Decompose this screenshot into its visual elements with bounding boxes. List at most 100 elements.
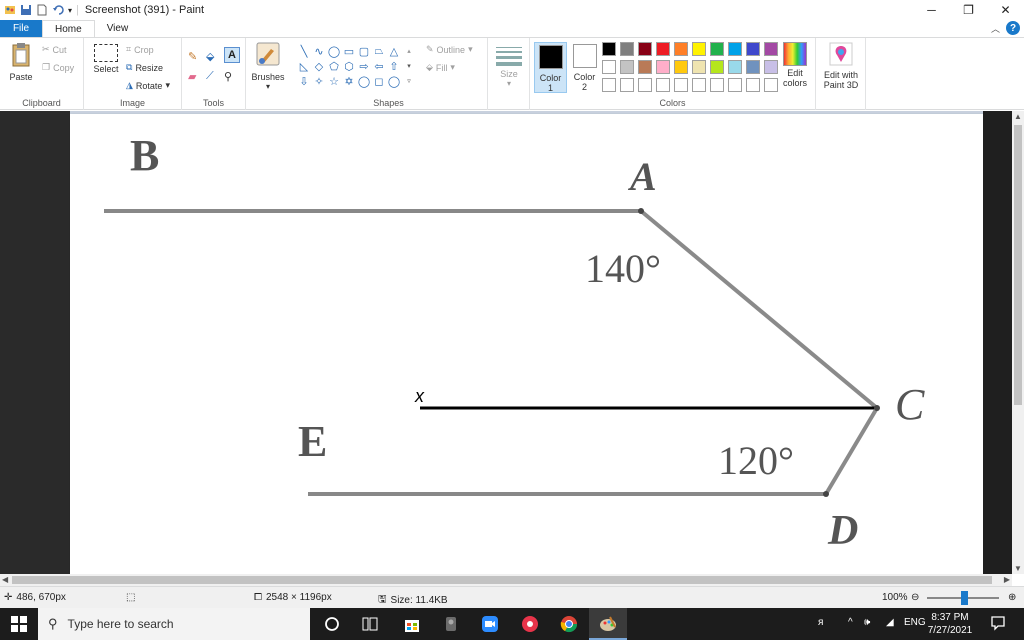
taskbar-search[interactable]: ⚲ Type here to search bbox=[38, 608, 310, 640]
fill-button[interactable]: ⬙ Fill ▾ bbox=[426, 62, 455, 73]
palette-swatch[interactable] bbox=[764, 78, 778, 92]
shape-item[interactable]: ⇩ bbox=[297, 74, 311, 88]
zoom-in-icon[interactable]: ⊕ bbox=[1008, 592, 1016, 603]
store-icon[interactable] bbox=[402, 614, 422, 634]
palette-swatch[interactable] bbox=[746, 78, 760, 92]
edit-colors-button[interactable]: Edit colors bbox=[778, 42, 812, 88]
brushes-button[interactable]: Brushes ▾ bbox=[250, 42, 286, 91]
shape-item[interactable]: ◯ bbox=[387, 74, 401, 88]
shape-item[interactable]: ✡ bbox=[342, 74, 356, 88]
shape-item[interactable]: ▭ bbox=[342, 44, 356, 58]
palette-swatch[interactable] bbox=[746, 42, 760, 56]
collapse-ribbon-icon[interactable]: ︿ bbox=[991, 22, 1000, 35]
cortana-icon[interactable] bbox=[322, 614, 342, 634]
minimize-button[interactable]: ─ bbox=[913, 0, 950, 20]
horizontal-scrollbar[interactable]: ◀ ▶ bbox=[0, 574, 1012, 586]
gallery-scroll-up-icon[interactable]: ▴ bbox=[402, 44, 416, 58]
palette-swatch[interactable] bbox=[764, 42, 778, 56]
color1-button[interactable]: Color 1 bbox=[534, 42, 567, 93]
cut-button[interactable]: ✂ Cut bbox=[42, 44, 67, 55]
palette-swatch[interactable] bbox=[674, 78, 688, 92]
palette-swatch[interactable] bbox=[602, 60, 616, 74]
shape-item[interactable]: △ bbox=[387, 44, 401, 58]
size-button[interactable]: Size ▾ bbox=[492, 44, 526, 88]
color2-button[interactable]: Color 2 bbox=[568, 42, 601, 93]
scroll-down-icon[interactable]: ▼ bbox=[1014, 564, 1022, 573]
vertical-scrollbar[interactable]: ▲ ▼ bbox=[1012, 111, 1024, 574]
palette-swatch[interactable] bbox=[656, 60, 670, 74]
palette-swatch[interactable] bbox=[656, 42, 670, 56]
gallery-expand-icon[interactable]: ▿ bbox=[402, 74, 416, 88]
voice-recorder-icon[interactable] bbox=[441, 614, 461, 634]
palette-swatch[interactable] bbox=[764, 60, 778, 74]
palette-swatch[interactable] bbox=[692, 42, 706, 56]
shape-item[interactable]: ✧ bbox=[312, 74, 326, 88]
maximize-button[interactable]: ❐ bbox=[950, 0, 987, 20]
pencil-icon[interactable]: ✎ bbox=[188, 50, 197, 63]
palette-swatch[interactable] bbox=[674, 60, 688, 74]
shape-item[interactable]: ◯ bbox=[357, 74, 371, 88]
shape-item[interactable]: ⏢ bbox=[372, 44, 386, 58]
shape-item[interactable]: ⇨ bbox=[357, 59, 371, 73]
copy-button[interactable]: ❐ Copy bbox=[42, 62, 74, 73]
palette-swatch[interactable] bbox=[710, 60, 724, 74]
shapes-gallery[interactable]: ╲ ∿ ◯ ▭ ▢ ⏢ △ ▴ ◺ ◇ ⬠ ⬡ ⇨ ⇦ ⇧ ▾ ⇩ ✧ ☆ ✡ … bbox=[297, 44, 413, 90]
crop-button[interactable]: ⌗ Crop bbox=[126, 44, 154, 55]
palette-swatch[interactable] bbox=[692, 78, 706, 92]
help-icon[interactable]: ? bbox=[1006, 21, 1020, 35]
chrome-icon[interactable] bbox=[559, 614, 579, 634]
network-icon[interactable]: ◢ bbox=[886, 617, 894, 628]
select-button[interactable]: Select bbox=[90, 44, 122, 74]
start-button[interactable] bbox=[0, 608, 38, 640]
color-palette[interactable] bbox=[602, 42, 780, 94]
zoom-out-icon[interactable]: ⊖ bbox=[911, 592, 919, 603]
fill-bucket-icon[interactable]: ⬙ bbox=[206, 50, 214, 63]
zoom-meetings-icon[interactable] bbox=[480, 614, 500, 634]
shape-item[interactable]: ▢ bbox=[357, 44, 371, 58]
eraser-icon[interactable]: ▰ bbox=[188, 70, 196, 83]
palette-swatch[interactable] bbox=[620, 60, 634, 74]
palette-swatch[interactable] bbox=[674, 42, 688, 56]
shape-item[interactable]: ⬠ bbox=[327, 59, 341, 73]
palette-swatch[interactable] bbox=[656, 78, 670, 92]
palette-swatch[interactable] bbox=[620, 78, 634, 92]
palette-swatch[interactable] bbox=[602, 78, 616, 92]
shape-item[interactable]: ◻ bbox=[372, 74, 386, 88]
show-hidden-icons-icon[interactable]: ^ bbox=[848, 617, 853, 628]
notifications-icon[interactable] bbox=[990, 615, 1006, 634]
shape-item[interactable]: ◺ bbox=[297, 59, 311, 73]
palette-swatch[interactable] bbox=[746, 60, 760, 74]
paint-taskbar-icon[interactable] bbox=[598, 614, 618, 634]
shape-item[interactable]: ◇ bbox=[312, 59, 326, 73]
scroll-left-icon[interactable]: ◀ bbox=[2, 575, 8, 584]
outline-button[interactable]: ✎ Outline ▾ bbox=[426, 44, 473, 55]
people-icon[interactable]: ᴙ bbox=[818, 617, 823, 628]
shape-item[interactable]: ⬡ bbox=[342, 59, 356, 73]
shape-item[interactable]: ⇧ bbox=[387, 59, 401, 73]
color-picker-icon[interactable]: ⟋ bbox=[206, 70, 214, 83]
palette-swatch[interactable] bbox=[728, 78, 742, 92]
tab-view[interactable]: View bbox=[95, 20, 141, 37]
shape-item[interactable]: ☆ bbox=[327, 74, 341, 88]
shape-item[interactable]: ∿ bbox=[312, 44, 326, 58]
palette-swatch[interactable] bbox=[602, 42, 616, 56]
tab-file[interactable]: File bbox=[0, 20, 42, 37]
palette-swatch[interactable] bbox=[728, 42, 742, 56]
save-icon[interactable] bbox=[20, 4, 32, 16]
palette-swatch[interactable] bbox=[692, 60, 706, 74]
taskbar-clock[interactable]: 8:37 PM 7/27/2021 bbox=[924, 611, 976, 637]
rotate-button[interactable]: ◮ Rotate ▾ bbox=[126, 80, 170, 91]
palette-swatch[interactable] bbox=[710, 78, 724, 92]
app-red-icon[interactable] bbox=[520, 614, 540, 634]
horizontal-scroll-thumb[interactable] bbox=[12, 576, 992, 584]
close-button[interactable]: ✕ bbox=[987, 0, 1024, 20]
palette-swatch[interactable] bbox=[710, 42, 724, 56]
palette-swatch[interactable] bbox=[620, 42, 634, 56]
palette-swatch[interactable] bbox=[638, 42, 652, 56]
paste-button[interactable]: Paste bbox=[6, 42, 36, 82]
scroll-up-icon[interactable]: ▲ bbox=[1014, 112, 1022, 121]
palette-swatch[interactable] bbox=[638, 78, 652, 92]
shape-item[interactable]: ◯ bbox=[327, 44, 341, 58]
resize-button[interactable]: ⧉ Resize bbox=[126, 62, 163, 73]
shape-item[interactable]: ⇦ bbox=[372, 59, 386, 73]
